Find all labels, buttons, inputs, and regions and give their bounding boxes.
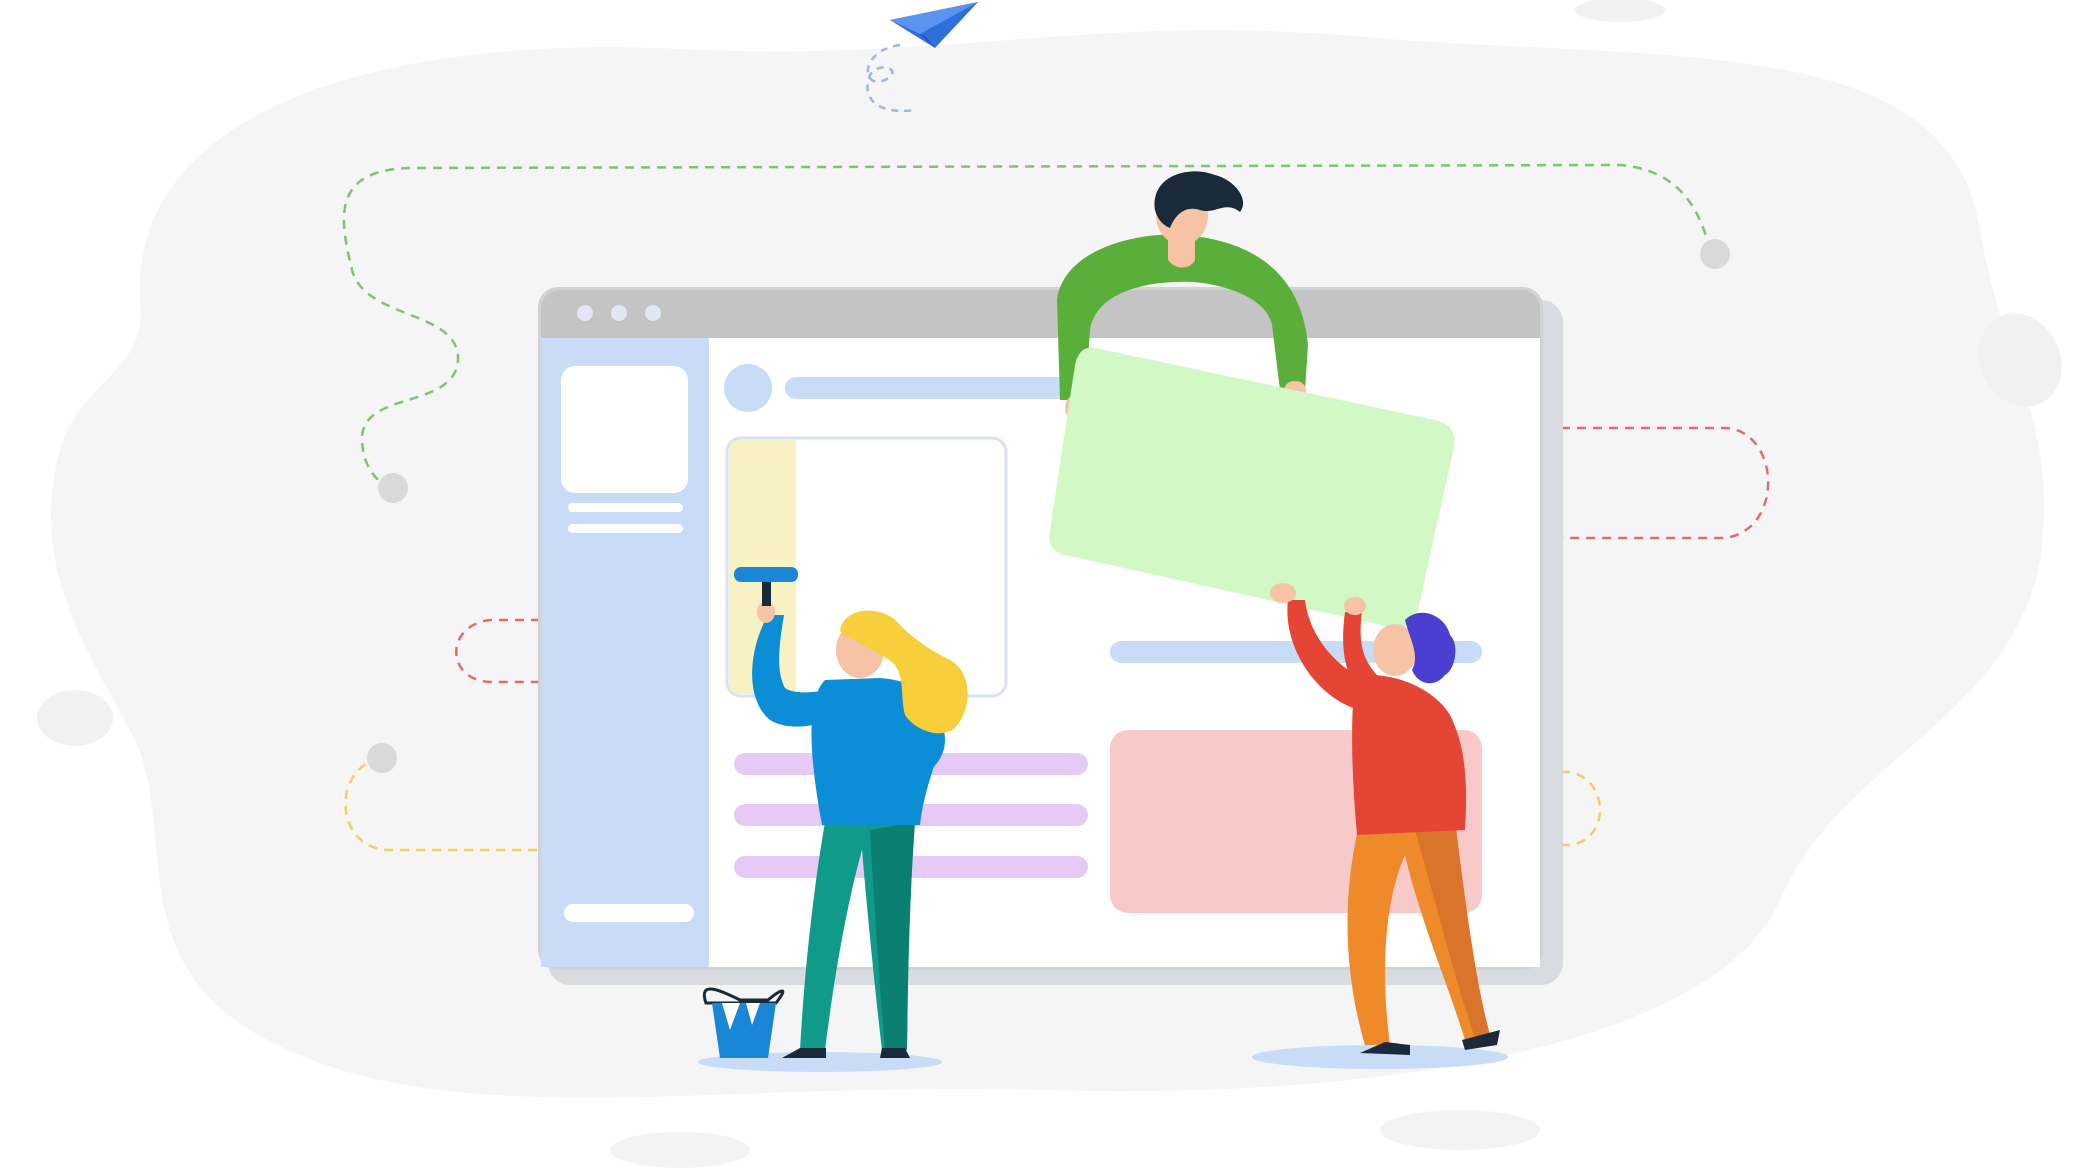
profile-circle bbox=[724, 364, 772, 412]
paper-plane-icon bbox=[890, 2, 978, 48]
illustration-canvas bbox=[37, 0, 2062, 1168]
title-bar-placeholder bbox=[785, 377, 1075, 399]
window-control-dots-icon bbox=[577, 305, 661, 321]
sidebar-avatar-box bbox=[561, 366, 688, 493]
